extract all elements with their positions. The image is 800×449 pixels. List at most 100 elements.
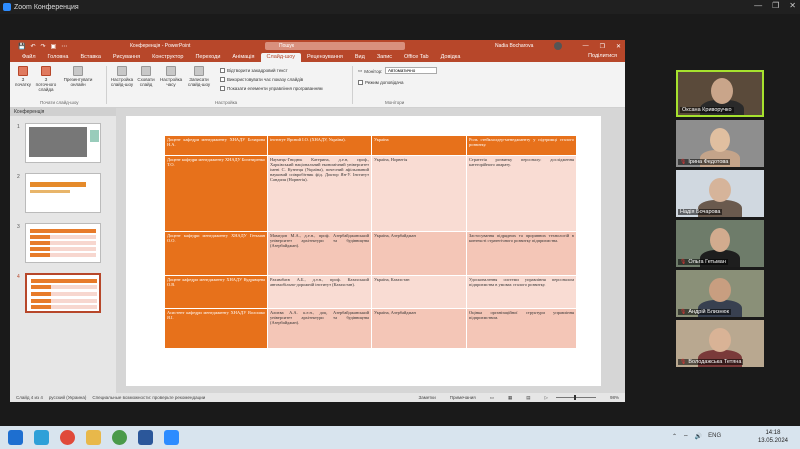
- ppt-minimize-button[interactable]: —: [583, 43, 589, 50]
- ribbon-separator: [106, 66, 107, 104]
- tab-slideshow[interactable]: Слайд-шоу: [260, 53, 302, 62]
- tab-view[interactable]: Вид: [349, 53, 371, 62]
- clock-icon: [166, 66, 176, 76]
- zoom-title-bar: Zoom Конференция — ❐ ✕: [0, 0, 800, 14]
- volume-icon[interactable]: 🔊: [695, 433, 702, 441]
- hide-slide-icon: [141, 66, 151, 76]
- ribbon-separator: [352, 66, 353, 104]
- network-icon[interactable]: ⌔: [683, 433, 689, 441]
- tab-home[interactable]: Головна: [42, 53, 75, 62]
- table-cell: Доцент кафедри менеджменту ХНАДУ Кудрявц…: [164, 275, 268, 309]
- table-row: Доцент кафедри менеджменту ХНАДУ Кудрявц…: [164, 275, 577, 309]
- clock[interactable]: 14:18 13.05.2024: [758, 429, 788, 445]
- participant-tile[interactable]: 🎙 Ольга Гетьман: [676, 220, 764, 267]
- start-button-icon[interactable]: [8, 430, 23, 445]
- comments-button[interactable]: Примечания: [450, 395, 476, 400]
- zoom-level[interactable]: 98%: [610, 395, 619, 400]
- tab-office-tab[interactable]: Office Tab: [398, 53, 435, 62]
- table-cell: Україна: [371, 135, 467, 156]
- save-icon[interactable]: 💾: [18, 43, 25, 50]
- slide-thumbnails-pane: Конференція 1 2 3 4: [10, 108, 116, 393]
- slide-thumbnail-4[interactable]: [25, 273, 101, 313]
- monitor-select[interactable]: Автоматично: [385, 67, 437, 74]
- language-indicator[interactable]: ENG: [708, 433, 721, 441]
- zoom-minimize-button[interactable]: —: [754, 1, 762, 10]
- language-indicator[interactable]: русский (Украина): [49, 395, 87, 400]
- reading-view-icon[interactable]: ▤: [526, 395, 530, 401]
- powerpoint-window: 💾 ↶ ↷ ▣ ⋯ Конференція - PowerPoint Пошук…: [10, 40, 625, 402]
- mic-muted-icon: 🎙: [680, 259, 687, 265]
- time: 14:18: [765, 430, 781, 436]
- slide-thumbnail-2[interactable]: [25, 173, 101, 213]
- rehearse-timings-button[interactable]: Настройка часу: [160, 66, 182, 87]
- participant-tile[interactable]: 🎙 Володажська Тетяна: [676, 320, 764, 367]
- slide-editor: Доцент кафедри менеджменту ХНАДУ Бочаров…: [116, 108, 625, 393]
- user-avatar[interactable]: [554, 42, 562, 50]
- tab-record[interactable]: Запис: [371, 53, 398, 62]
- tab-design[interactable]: Конструктор: [146, 53, 189, 62]
- zoom-window-controls: — ❐ ✕: [754, 1, 796, 10]
- notes-button[interactable]: Заметки: [419, 395, 436, 400]
- slide-thumbnail-3[interactable]: [25, 223, 101, 263]
- redo-icon[interactable]: ↷: [41, 43, 46, 50]
- participant-tile[interactable]: Оксана Криворучко: [676, 70, 764, 117]
- hide-slide-button[interactable]: Сховати слайд: [136, 66, 156, 87]
- table-cell: Роль стейкхолдер-менеджменту у підтримці…: [466, 135, 577, 156]
- slide-thumbnail-1[interactable]: [25, 123, 101, 163]
- tab-file[interactable]: Файл: [16, 53, 42, 62]
- tab-insert[interactable]: Вставка: [74, 53, 106, 62]
- table-cell: Алиєва А.А. к.е.н., доц. Азербайджанськи…: [267, 308, 372, 349]
- zoom-slider[interactable]: [555, 395, 596, 400]
- thumbnails-section-header[interactable]: Конференція: [10, 108, 116, 116]
- chevron-up-icon[interactable]: ⌃: [672, 433, 677, 441]
- checkbox-icon: [220, 77, 225, 82]
- from-current-button[interactable]: З поточного слайда: [34, 66, 58, 92]
- undo-icon[interactable]: ↶: [30, 43, 35, 50]
- accessibility-status[interactable]: Специальные возможности: проверьте реком…: [92, 395, 205, 400]
- present-icon[interactable]: ▣: [51, 43, 57, 50]
- zoom-logo-icon: [3, 3, 11, 11]
- participant-face: [710, 128, 730, 152]
- share-button[interactable]: Поділитися: [588, 53, 617, 59]
- participant-tile[interactable]: 🎙 Ірина Федотова: [676, 120, 764, 167]
- ribbon: З початку З поточного слайда Презентуват…: [10, 62, 625, 108]
- edge-icon[interactable]: [34, 430, 49, 445]
- customize-icon[interactable]: ⋯: [61, 43, 67, 50]
- user-name[interactable]: Nadia Bocharova: [495, 43, 533, 49]
- present-online-button[interactable]: Презентувати онлайн: [62, 66, 94, 87]
- participant-tile[interactable]: 🎙 Андрій Близнюк: [676, 270, 764, 317]
- tab-review[interactable]: Рецензування: [301, 53, 349, 62]
- tab-animations[interactable]: Анімація: [226, 53, 260, 62]
- chrome-icon[interactable]: [60, 430, 75, 445]
- zoom-window-title: Zoom Конференция: [14, 3, 79, 11]
- presenter-view-check[interactable]: Режим доповідача: [358, 80, 403, 85]
- from-start-button[interactable]: З початку: [14, 66, 32, 87]
- record-icon: [194, 66, 204, 76]
- show-controls-check[interactable]: Показати елементи управління програвання…: [220, 86, 323, 91]
- word-icon[interactable]: [138, 430, 153, 445]
- participant-face: [710, 228, 730, 252]
- slide-number: 3: [17, 224, 20, 230]
- tab-help[interactable]: Довідка: [435, 53, 467, 62]
- file-explorer-icon[interactable]: [86, 430, 101, 445]
- setup-show-button[interactable]: Настройка слайд-шоу: [110, 66, 134, 87]
- slideshow-view-icon[interactable]: ▷: [545, 395, 548, 401]
- table-cell: Рахимбаєв А.Б., д.т.н., проф. Казахський…: [267, 275, 372, 309]
- zoom-app-icon[interactable]: [164, 430, 179, 445]
- tab-transitions[interactable]: Переходи: [189, 53, 226, 62]
- use-timings-check[interactable]: Використовувати час показу слайдів: [220, 77, 303, 82]
- normal-view-icon[interactable]: ▭: [490, 395, 494, 401]
- participant-tile[interactable]: Надія Бочарова: [676, 170, 764, 217]
- ppt-close-button[interactable]: ✕: [616, 43, 621, 50]
- ppt-search-box[interactable]: Пошук: [265, 42, 405, 50]
- zoom-close-button[interactable]: ✕: [789, 1, 796, 10]
- record-show-button[interactable]: Записати слайд-шоу: [186, 66, 212, 87]
- current-slide[interactable]: Доцент кафедри менеджменту ХНАДУ Бочаров…: [126, 116, 601, 386]
- chrome-profile-icon[interactable]: [112, 430, 127, 445]
- sorter-view-icon[interactable]: ▦: [508, 395, 512, 401]
- play-narrations-check[interactable]: Відтворити закадровий текст: [220, 68, 288, 73]
- tab-draw[interactable]: Рисування: [107, 53, 146, 62]
- ppt-restore-button[interactable]: ❐: [600, 43, 605, 50]
- zoom-maximize-button[interactable]: ❐: [772, 1, 779, 10]
- mic-muted-icon: 🎙: [680, 159, 687, 165]
